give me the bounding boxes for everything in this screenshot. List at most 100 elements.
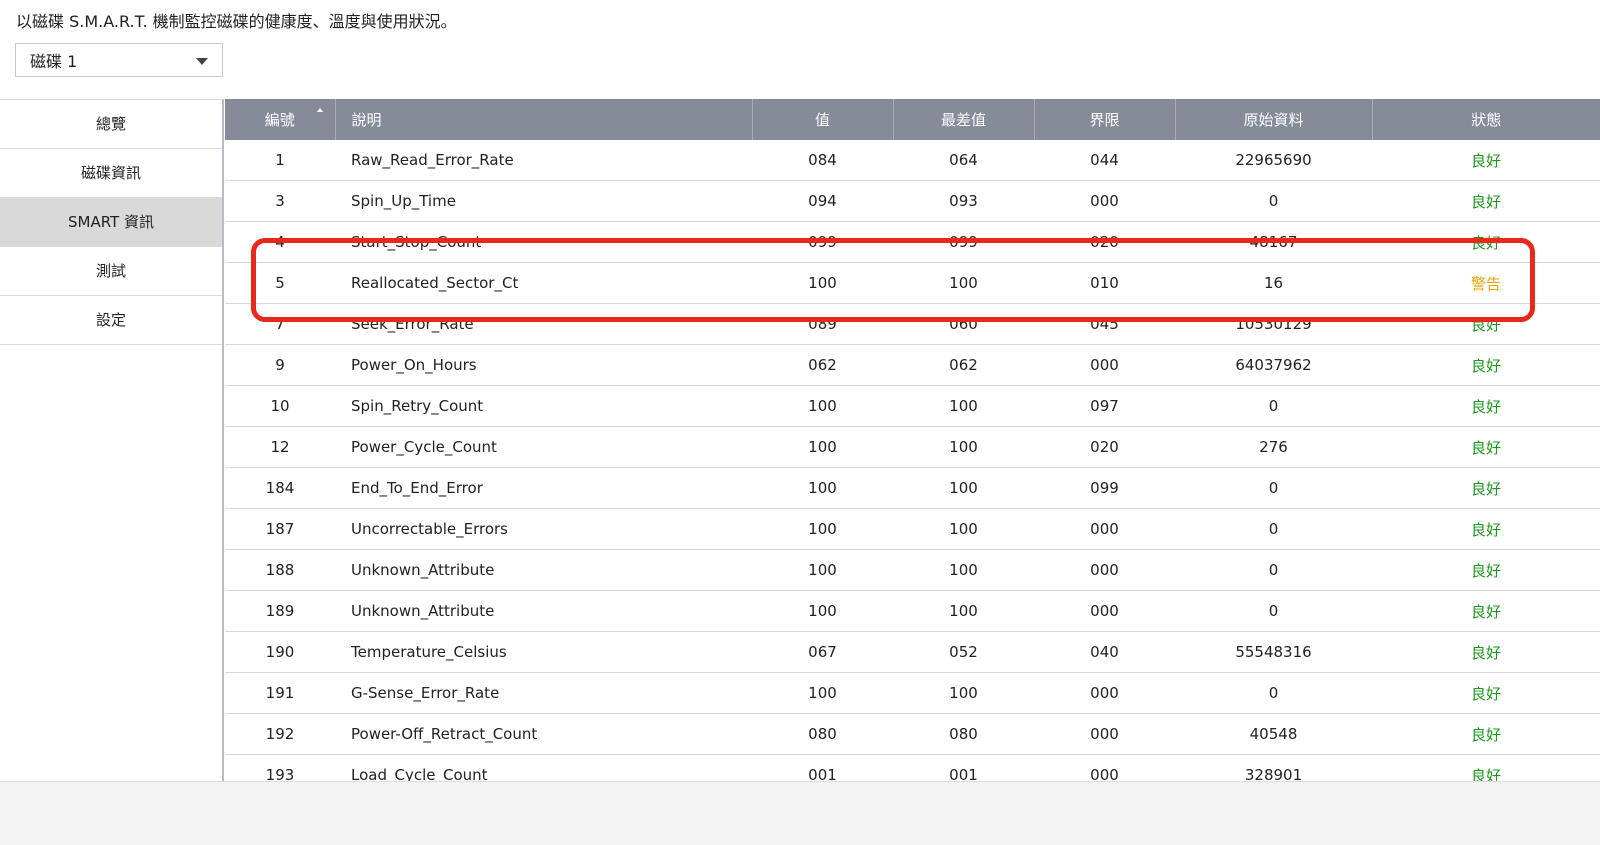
table-row[interactable]: 4 Start_Stop_Count 099 099 020 48167 良好 (225, 221, 1600, 263)
cell-description: Spin_Up_Time (335, 180, 752, 222)
smart-table: 編號 說明 值 最差值 界限 原始資料 狀態 1 Raw_Read_Error_R… (225, 99, 1600, 781)
column-header-worst[interactable]: 最差值 (893, 99, 1035, 140)
sidebar-item-test[interactable]: 測試 (0, 247, 222, 296)
cell-raw-data: 0 (1175, 672, 1372, 714)
cell-description: Uncorrectable_Errors (335, 508, 752, 550)
table-row[interactable]: 188 Unknown_Attribute 100 100 000 0 良好 (225, 549, 1600, 591)
cell-raw-data: 55548316 (1175, 631, 1372, 673)
cell-description: Temperature_Celsius (335, 631, 752, 673)
cell-status: 良好 (1372, 385, 1600, 427)
table-row[interactable]: 1 Raw_Read_Error_Rate 084 064 044 22965690 良好 (225, 140, 1600, 181)
cell-threshold: 010 (1034, 262, 1175, 304)
chevron-down-icon[interactable] (196, 58, 208, 65)
cell-threshold: 099 (1034, 467, 1175, 509)
cell-raw-data: 48167 (1175, 221, 1372, 263)
table-row[interactable]: 10 Spin_Retry_Count 100 100 097 0 良好 (225, 385, 1600, 427)
column-header-raw-data[interactable]: 原始資料 (1175, 99, 1373, 140)
cell-description: Spin_Retry_Count (335, 385, 752, 427)
cell-status: 良好 (1372, 590, 1600, 632)
table-row[interactable]: 12 Power_Cycle_Count 100 100 020 276 良好 (225, 426, 1600, 468)
cell-status: 良好 (1372, 631, 1600, 673)
cell-id: 188 (225, 549, 335, 591)
cell-worst: 100 (893, 467, 1034, 509)
cell-raw-data: 0 (1175, 549, 1372, 591)
cell-threshold: 000 (1034, 180, 1175, 222)
cell-threshold: 097 (1034, 385, 1175, 427)
sort-ascending-icon (316, 108, 323, 112)
disk-select[interactable]: 磁碟 1 (15, 43, 223, 77)
cell-raw-data: 10530129 (1175, 303, 1372, 345)
column-header-threshold[interactable]: 界限 (1034, 99, 1176, 140)
cell-worst: 100 (893, 672, 1034, 714)
cell-description: Raw_Read_Error_Rate (335, 140, 752, 181)
table-row[interactable]: 7 Seek_Error_Rate 089 060 045 10530129 良好 (225, 303, 1600, 345)
table-header-row: 編號 說明 值 最差值 界限 原始資料 狀態 (225, 99, 1600, 140)
table-row[interactable]: 5 Reallocated_Sector_Ct 100 100 010 16 警告 (225, 262, 1600, 304)
cell-raw-data: 64037962 (1175, 344, 1372, 386)
cell-raw-data: 328901 (1175, 754, 1372, 781)
column-header-value[interactable]: 值 (752, 99, 894, 140)
column-header-description[interactable]: 說明 (335, 99, 753, 140)
cell-raw-data: 0 (1175, 590, 1372, 632)
cell-id: 189 (225, 590, 335, 632)
cell-worst: 099 (893, 221, 1034, 263)
table-row[interactable]: 187 Uncorrectable_Errors 100 100 000 0 良好 (225, 508, 1600, 550)
table-row[interactable]: 190 Temperature_Celsius 067 052 040 55548316 良… (225, 631, 1600, 673)
cell-value: 100 (752, 426, 893, 468)
sidebar-item-overview[interactable]: 總覽 (0, 100, 222, 149)
cell-description: End_To_End_Error (335, 467, 752, 509)
smart-table-container[interactable]: 編號 說明 值 最差值 界限 原始資料 狀態 1 Raw_Read_Error_R… (225, 99, 1600, 781)
cell-worst: 062 (893, 344, 1034, 386)
sidebar-item-settings[interactable]: 設定 (0, 296, 222, 345)
cell-threshold: 000 (1034, 590, 1175, 632)
cell-value: 080 (752, 713, 893, 755)
table-row[interactable]: 191 G-Sense_Error_Rate 100 100 000 0 良好 (225, 672, 1600, 714)
page-description: 以磁碟 S.M.A.R.T. 機制監控磁碟的健康度、溫度與使用狀況。 (16, 12, 457, 31)
cell-worst: 052 (893, 631, 1034, 673)
cell-raw-data: 0 (1175, 508, 1372, 550)
cell-description: Start_Stop_Count (335, 221, 752, 263)
cell-status: 良好 (1372, 467, 1600, 509)
cell-id: 187 (225, 508, 335, 550)
cell-value: 084 (752, 140, 893, 181)
table-body: 1 Raw_Read_Error_Rate 084 064 044 22965690 良好 3… (225, 140, 1600, 781)
sidebar-item-disk-info[interactable]: 磁碟資訊 (0, 149, 222, 198)
sidebar-item-smart-info[interactable]: SMART 資訊 (0, 198, 222, 247)
cell-threshold: 000 (1034, 344, 1175, 386)
footer-bar (0, 781, 1600, 845)
cell-id: 3 (225, 180, 335, 222)
table-row[interactable]: 3 Spin_Up_Time 094 093 000 0 良好 (225, 180, 1600, 222)
cell-description: G-Sense_Error_Rate (335, 672, 752, 714)
cell-worst: 100 (893, 385, 1034, 427)
cell-value: 001 (752, 754, 893, 781)
cell-threshold: 044 (1034, 140, 1175, 181)
cell-id: 184 (225, 467, 335, 509)
cell-status: 良好 (1372, 754, 1600, 781)
cell-threshold: 040 (1034, 631, 1175, 673)
table-row[interactable]: 192 Power-Off_Retract_Count 080 080 000 40548… (225, 713, 1600, 755)
table-row[interactable]: 9 Power_On_Hours 062 062 000 64037962 良好 (225, 344, 1600, 386)
cell-worst: 100 (893, 426, 1034, 468)
table-row[interactable]: 184 End_To_End_Error 100 100 099 0 良好 (225, 467, 1600, 509)
cell-worst: 100 (893, 549, 1034, 591)
cell-status: 良好 (1372, 713, 1600, 755)
cell-worst: 100 (893, 590, 1034, 632)
cell-id: 5 (225, 262, 335, 304)
cell-description: Power-Off_Retract_Count (335, 713, 752, 755)
cell-worst: 060 (893, 303, 1034, 345)
cell-id: 4 (225, 221, 335, 263)
table-row[interactable]: 189 Unknown_Attribute 100 100 000 0 良好 (225, 590, 1600, 632)
cell-worst: 100 (893, 262, 1034, 304)
cell-threshold: 000 (1034, 754, 1175, 781)
column-header-id[interactable]: 編號 (225, 99, 336, 140)
cell-status: 良好 (1372, 344, 1600, 386)
cell-id: 10 (225, 385, 335, 427)
cell-threshold: 020 (1034, 221, 1175, 263)
cell-description: Unknown_Attribute (335, 590, 752, 632)
cell-id: 12 (225, 426, 335, 468)
column-header-status[interactable]: 狀態 (1372, 99, 1600, 140)
cell-threshold: 020 (1034, 426, 1175, 468)
cell-description: Load_Cycle_Count (335, 754, 752, 781)
table-row[interactable]: 193 Load_Cycle_Count 001 001 000 328901 良好 (225, 754, 1600, 781)
cell-description: Power_Cycle_Count (335, 426, 752, 468)
